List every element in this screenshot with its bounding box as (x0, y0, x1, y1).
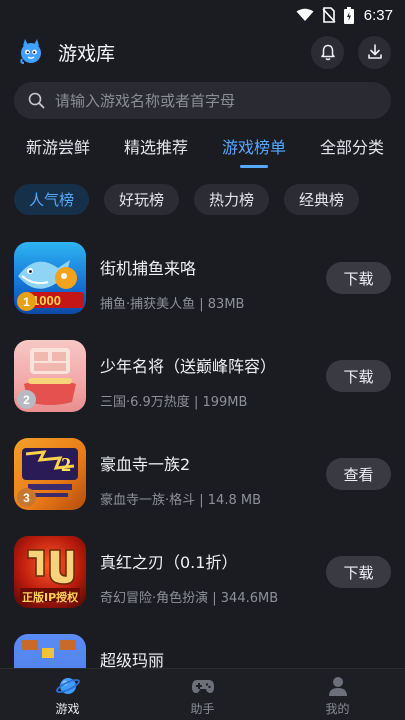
game-meta: 奇幻冒险·角色扮演 | 344.6MB (100, 591, 279, 606)
gamepad-icon (191, 680, 214, 693)
category-tabs: 新游尝鲜 精选推荐 游戏榜单 全部分类 (0, 134, 405, 170)
tab-new-games[interactable]: 新游尝鲜 (26, 134, 90, 158)
chip-fun[interactable]: 好玩榜 (104, 184, 180, 215)
game-meta: 捕鱼·捕获美人鱼 | 83MB (100, 297, 245, 312)
chip-classic[interactable]: 经典榜 (284, 184, 360, 215)
user-icon (328, 677, 347, 696)
download-button[interactable]: 下载 (326, 360, 391, 392)
download-button[interactable]: 下载 (326, 262, 391, 294)
rpg-game-icon[interactable]: 正版IP授权 (14, 536, 86, 608)
download-button[interactable]: 下载 (326, 556, 391, 588)
app-header: 游戏库 (0, 32, 405, 72)
clock: 6:37 (363, 6, 393, 24)
battery-icon (343, 6, 354, 24)
page-title: 游戏库 (58, 42, 116, 65)
fishing-game-icon[interactable]: 1000 1 (14, 242, 86, 314)
chip-hot[interactable]: 热力榜 (194, 184, 270, 215)
no-sim-icon (322, 7, 336, 23)
tab-featured[interactable]: 精选推荐 (124, 134, 188, 158)
nav-label: 游戏 (55, 702, 80, 716)
rank-badge: 2 (17, 390, 36, 409)
game-row[interactable]: 2 3 豪血寺一族2 豪血寺一族·格斗 | 14.8 MB 查看 (0, 432, 405, 530)
game-row[interactable]: 正版IP授权 真红之刃（0.1折） 奇幻冒险·角色扮演 | 344.6MB 下载 (0, 530, 405, 628)
nav-assistant[interactable]: 助手 (135, 669, 270, 720)
game-list: 1000 1 街机捕鱼来咯 捕鱼·捕获美人鱼 | 83MB 下载 2 少年名将（… (0, 236, 405, 688)
game-meta: 三国·6.9万热度 | 199MB (100, 395, 248, 410)
mascot-logo-icon (20, 39, 41, 64)
chip-popular[interactable]: 人气榜 (14, 184, 90, 215)
rank-badge: 1 (17, 292, 36, 311)
download-icon (367, 44, 382, 59)
bell-icon (320, 44, 335, 60)
game-row[interactable]: 1000 1 街机捕鱼来咯 捕鱼·捕获美人鱼 | 83MB 下载 (0, 236, 405, 334)
view-button[interactable]: 查看 (326, 458, 391, 490)
notifications-button[interactable] (311, 35, 344, 69)
nav-label: 我的 (325, 702, 350, 716)
downloads-button[interactable] (358, 35, 391, 69)
wifi-icon (296, 8, 314, 21)
icon-art-text: 正版IP授权 (22, 591, 79, 604)
nav-profile[interactable]: 我的 (270, 669, 405, 720)
status-bar: 6:37 (0, 0, 405, 30)
icon-art-text: 1000 (32, 293, 61, 308)
search-placeholder: 请输入游戏名称或者首字母 (55, 92, 236, 110)
search-icon (28, 92, 45, 109)
planet-icon (55, 678, 80, 694)
game-row[interactable]: 2 少年名将（送巅峰阵容） 三国·6.9万热度 | 199MB 下载 (0, 334, 405, 432)
bottom-navigation: 游戏 助手 我的 (0, 668, 405, 720)
nav-games[interactable]: 游戏 (0, 669, 135, 720)
general-game-icon[interactable]: 2 (14, 340, 86, 412)
ranking-filter-chips: 人气榜 好玩榜 热力榜 经典榜 (14, 184, 399, 216)
icon-art-text: 2 (61, 454, 71, 476)
fighting-game-icon[interactable]: 2 3 (14, 438, 86, 510)
search-input[interactable]: 请输入游戏名称或者首字母 (14, 82, 391, 119)
game-meta: 豪血寺一族·格斗 | 14.8 MB (100, 493, 261, 508)
tab-rankings[interactable]: 游戏榜单 (222, 134, 286, 168)
rank-badge: 3 (17, 488, 36, 507)
nav-label: 助手 (190, 702, 215, 716)
tab-all-categories[interactable]: 全部分类 (320, 134, 384, 158)
